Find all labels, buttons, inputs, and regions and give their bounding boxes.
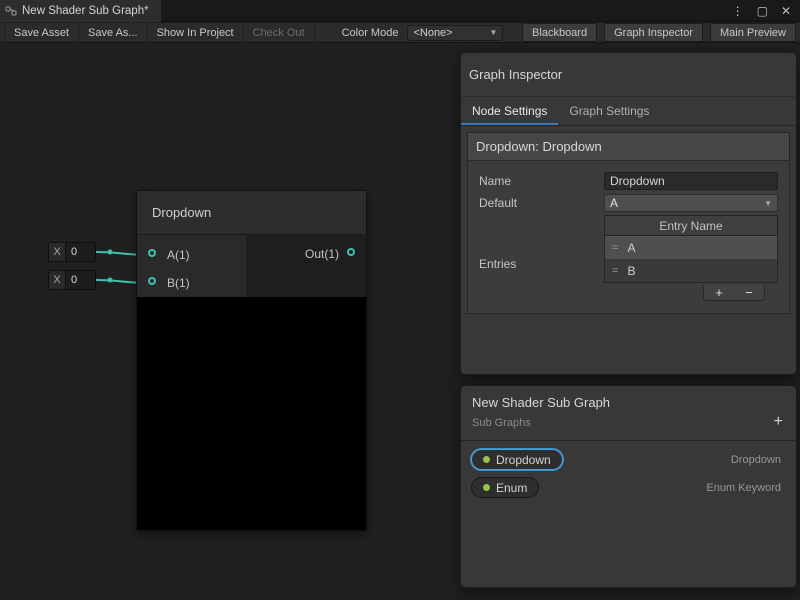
check-out-button: Check Out xyxy=(244,23,315,42)
blackboard-row-dropdown: Dropdown Dropdown xyxy=(461,449,796,470)
blackboard-header[interactable]: New Shader Sub Graph Sub Graphs + xyxy=(461,386,796,441)
tab-graph-settings[interactable]: Graph Settings xyxy=(558,97,660,125)
document-tab[interactable]: New Shader Sub Graph* xyxy=(0,0,161,22)
name-label: Name xyxy=(479,174,604,188)
dropdown-property-pill[interactable]: Dropdown xyxy=(471,449,563,470)
maximize-icon[interactable]: ▢ xyxy=(757,5,768,17)
default-dropdown[interactable]: A ▼ xyxy=(604,194,778,212)
tab-node-settings[interactable]: Node Settings xyxy=(461,97,558,125)
add-property-button[interactable]: + xyxy=(774,413,783,431)
add-entry-button[interactable]: + xyxy=(715,286,723,299)
section-header: Dropdown: Dropdown xyxy=(468,133,789,161)
toolbar: Save Asset Save As... Show In Project Ch… xyxy=(0,23,800,43)
entry-row-a[interactable]: = A xyxy=(605,236,777,259)
blackboard-toggle-button[interactable]: Blackboard xyxy=(522,23,597,42)
toolbar-right-group: Blackboard Graph Inspector Main Preview xyxy=(515,23,800,42)
blackboard-subtitle: Sub Graphs xyxy=(472,417,784,429)
section-title: Dropdown: Dropdown xyxy=(476,139,602,154)
input-port-b[interactable] xyxy=(148,277,156,285)
exposed-dot-icon xyxy=(483,484,490,491)
output-port[interactable] xyxy=(347,248,355,256)
color-mode-dropdown[interactable]: <None> ▼ xyxy=(407,25,503,41)
input-port-a[interactable] xyxy=(148,249,156,257)
property-name: Dropdown xyxy=(496,453,551,467)
entries-field-row: Entries Entry Name = A = B xyxy=(479,215,778,283)
node-title: Dropdown xyxy=(152,205,211,220)
node-input-column xyxy=(137,235,246,297)
close-icon[interactable]: ✕ xyxy=(781,5,791,17)
name-input[interactable]: Dropdown xyxy=(604,172,778,190)
tab-title: New Shader Sub Graph* xyxy=(22,5,149,17)
node-header[interactable]: Dropdown xyxy=(137,191,366,235)
default-field-row: Default A ▼ xyxy=(479,193,778,213)
x-component-label: X xyxy=(49,243,66,261)
drag-handle-icon[interactable]: = xyxy=(612,265,618,277)
graph-inspector-toggle-button[interactable]: Graph Inspector xyxy=(604,23,703,42)
enum-property-pill[interactable]: Enum xyxy=(471,477,539,498)
inspector-title: Graph Inspector xyxy=(469,67,562,82)
titlebar: New Shader Sub Graph* ⋮ ▢ ✕ xyxy=(0,0,800,22)
entries-list-footer: + − xyxy=(703,285,765,301)
dropdown-arrow-icon: ▼ xyxy=(490,28,498,37)
section-body: Name Dropdown Default A ▼ Entries Entry … xyxy=(468,161,789,313)
default-dropdown-value: A xyxy=(610,196,618,210)
color-mode-label: Color Mode xyxy=(342,27,399,39)
blackboard-panel: New Shader Sub Graph Sub Graphs + Dropdo… xyxy=(460,385,797,588)
dropdown-arrow-icon: ▼ xyxy=(764,199,772,208)
property-name: Enum xyxy=(496,481,527,495)
entries-list-footer-wrap: + − xyxy=(479,283,778,301)
node-settings-section: Dropdown: Dropdown Name Dropdown Default… xyxy=(467,132,790,314)
shader-graph-icon xyxy=(5,5,17,17)
show-in-project-button[interactable]: Show In Project xyxy=(148,23,244,42)
graph-inspector-panel: Graph Inspector Node Settings Graph Sett… xyxy=(460,52,797,375)
kebab-menu-icon[interactable]: ⋮ xyxy=(732,5,744,17)
save-as-button[interactable]: Save As... xyxy=(79,23,148,42)
main-preview-toggle-button[interactable]: Main Preview xyxy=(710,23,796,42)
value-field[interactable]: 0 xyxy=(66,271,95,289)
entries-label: Entries xyxy=(479,257,604,283)
drag-handle-icon[interactable]: = xyxy=(612,242,618,254)
blackboard-title: New Shader Sub Graph xyxy=(472,395,784,410)
node-preview xyxy=(137,297,366,530)
color-mode-group: Color Mode <None> ▼ xyxy=(342,23,504,42)
inspector-tabs: Node Settings Graph Settings xyxy=(461,96,796,126)
node-ports: A(1) B(1) Out(1) xyxy=(137,235,366,297)
entry-name: B xyxy=(627,264,635,278)
edge-a-dot xyxy=(108,250,113,255)
name-input-value: Dropdown xyxy=(610,174,665,188)
property-type: Enum Keyword xyxy=(706,482,781,494)
input-port-a-label: A(1) xyxy=(167,248,190,262)
save-asset-button[interactable]: Save Asset xyxy=(4,23,79,42)
dropdown-node[interactable]: Dropdown A(1) B(1) Out(1) xyxy=(136,190,367,531)
edge-b-dot xyxy=(108,278,113,283)
input-port-b-label: B(1) xyxy=(167,276,190,290)
output-port-label: Out(1) xyxy=(305,247,339,261)
default-label: Default xyxy=(479,196,604,210)
window-controls: ⋮ ▢ ✕ xyxy=(732,5,800,17)
remove-entry-button[interactable]: − xyxy=(745,286,753,299)
color-mode-value: <None> xyxy=(413,27,452,39)
x-component-label: X xyxy=(49,271,66,289)
entries-list-header: Entry Name xyxy=(605,216,777,236)
blackboard-row-enum: Enum Enum Keyword xyxy=(461,477,796,498)
name-field-row: Name Dropdown xyxy=(479,171,778,191)
exposed-dot-icon xyxy=(483,456,490,463)
value-widget-a[interactable]: X 0 xyxy=(48,242,96,262)
value-field[interactable]: 0 xyxy=(66,243,95,261)
entry-row-b[interactable]: = B xyxy=(605,259,777,282)
entries-list: Entry Name = A = B xyxy=(604,215,778,283)
inspector-header[interactable]: Graph Inspector xyxy=(461,53,796,96)
value-widget-b[interactable]: X 0 xyxy=(48,270,96,290)
property-type: Dropdown xyxy=(731,454,781,466)
entry-name: A xyxy=(627,241,635,255)
